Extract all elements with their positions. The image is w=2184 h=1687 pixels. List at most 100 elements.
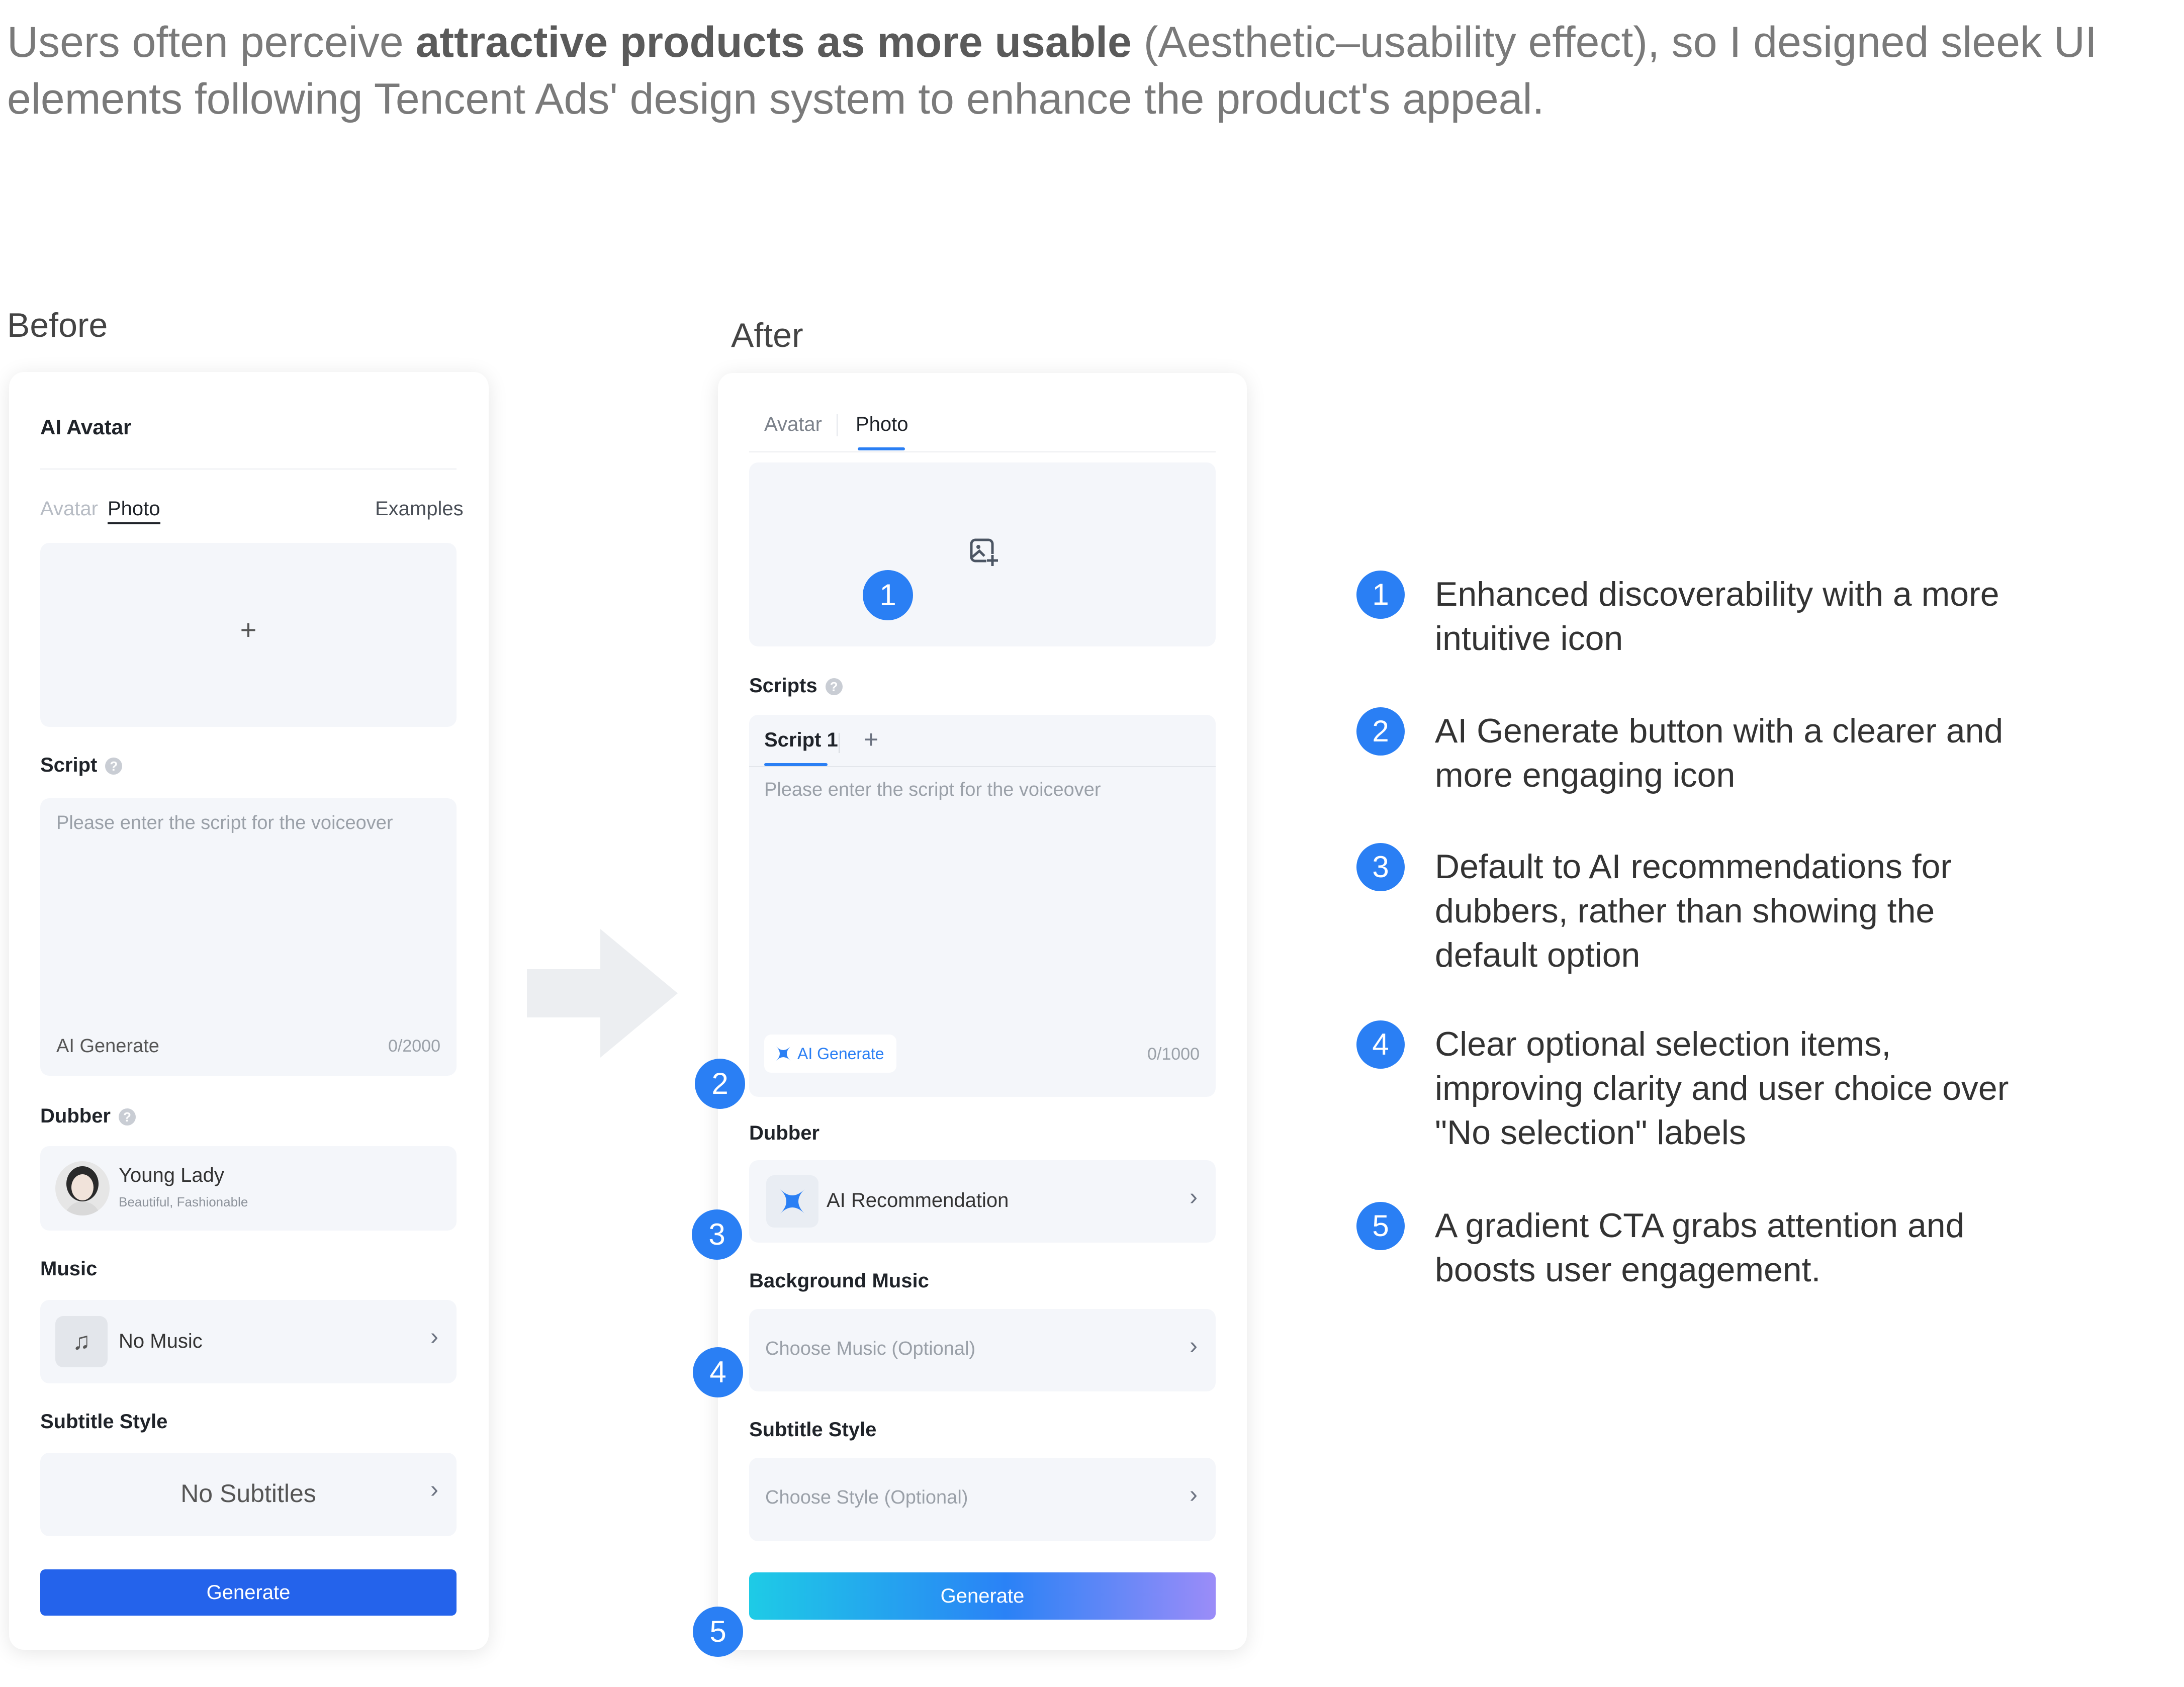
before-script-label: Script?: [40, 754, 123, 777]
script-tab-indicator: [764, 763, 828, 766]
avatar-shoulders: [64, 1201, 101, 1215]
note-1: Enhanced discoverability with a more int…: [1435, 572, 1999, 661]
after-scripts-label-text: Scripts: [749, 675, 817, 697]
before-music-value: No Music: [119, 1330, 203, 1352]
before-generate-button[interactable]: Generate: [40, 1569, 457, 1616]
note-3-line-3: default option: [1435, 936, 1641, 974]
after-subtitle-label: Subtitle Style: [749, 1419, 877, 1441]
before-tab-photo[interactable]: Photo: [108, 498, 160, 524]
after-script-editor: Script 1 + Please enter the script for t…: [749, 715, 1216, 1097]
after-scripts-label: Scripts?: [749, 675, 843, 697]
before-tab-avatar[interactable]: Avatar: [40, 498, 98, 520]
image-add-icon: [968, 537, 998, 567]
before-music-label: Music: [40, 1258, 98, 1280]
note-4: Clear optional selection items, improvin…: [1435, 1022, 2009, 1155]
note-5: A gradient CTA grabs attention and boost…: [1435, 1203, 1964, 1292]
help-icon: ?: [119, 1108, 136, 1126]
note-2-line-2: more engaging icon: [1435, 756, 1736, 794]
avatar: [55, 1161, 110, 1215]
after-dubber-select[interactable]: AI Recommendation ›: [749, 1160, 1216, 1243]
before-examples-link[interactable]: Examples: [375, 498, 464, 520]
after-label: After: [731, 316, 803, 354]
after-panel: Avatar Photo Scripts? Script 1 + Please …: [718, 373, 1247, 1650]
tab-indicator: [858, 447, 905, 450]
after-music-placeholder: Choose Music (Optional): [765, 1338, 976, 1359]
chevron-right-icon: ›: [430, 1476, 438, 1503]
avatar-face: [71, 1174, 94, 1200]
note-5-line-2: boosts user engagement.: [1435, 1251, 1821, 1289]
before-script-label-text: Script: [40, 754, 98, 776]
after-subtitle-select[interactable]: Choose Style (Optional) ›: [749, 1458, 1216, 1541]
before-panel: AI Avatar Avatar Photo Examples + Script…: [9, 372, 489, 1650]
before-dubber-name: Young Lady: [119, 1164, 224, 1186]
note-4-line-1: Clear optional selection items,: [1435, 1025, 1891, 1063]
intro-bold: attractive products as more usable: [415, 18, 1132, 66]
note-3-line-2: dubbers, rather than showing the: [1435, 892, 1935, 930]
plus-icon: +: [240, 614, 257, 645]
before-subtitle-value: No Subtitles: [180, 1479, 316, 1508]
note-5-line-1: A gradient CTA grabs attention and: [1435, 1206, 1965, 1245]
help-icon: ?: [105, 758, 123, 775]
badge-2: 2: [695, 1059, 745, 1109]
after-tab-photo[interactable]: Photo: [856, 413, 908, 436]
after-music-label: Background Music: [749, 1270, 929, 1292]
sparkle-icon: [766, 1175, 818, 1228]
note-badge-5: 5: [1356, 1202, 1405, 1250]
badge-3: 3: [692, 1209, 742, 1260]
add-script-button[interactable]: +: [864, 725, 878, 754]
note-badge-3: 3: [1356, 843, 1405, 891]
before-label: Before: [7, 306, 108, 344]
note-4-line-3: "No selection" labels: [1435, 1113, 1747, 1152]
before-ai-generate-link[interactable]: AI Generate: [56, 1036, 159, 1057]
arrow-right-icon: [527, 929, 678, 1058]
before-script-input[interactable]: Please enter the script for the voiceove…: [40, 798, 457, 1076]
note-1-line-2: intuitive icon: [1435, 619, 1623, 658]
after-dubber-value: AI Recommendation: [827, 1189, 1009, 1211]
before-dubber-label-text: Dubber: [40, 1105, 111, 1127]
before-subtitle-select[interactable]: No Subtitles ›: [40, 1453, 457, 1536]
after-script-tab[interactable]: Script 1: [764, 729, 838, 752]
before-subtitle-label: Subtitle Style: [40, 1411, 168, 1433]
before-music-select[interactable]: ♫ No Music ›: [40, 1300, 457, 1383]
tab-separator: [839, 733, 840, 753]
after-ai-generate-button[interactable]: AI Generate: [764, 1035, 896, 1073]
note-badge-1: 1: [1356, 571, 1405, 619]
divider: [749, 451, 1216, 452]
before-script-placeholder: Please enter the script for the voiceove…: [56, 812, 393, 833]
after-char-count: 0/1000: [1147, 1045, 1200, 1064]
after-generate-button[interactable]: Generate: [749, 1572, 1216, 1620]
before-dubber-tags: Beautiful, Fashionable: [119, 1194, 248, 1209]
after-script-placeholder[interactable]: Please enter the script for the voiceove…: [764, 779, 1101, 801]
note-4-line-2: improving clarity and user choice over: [1435, 1069, 2009, 1107]
note-2: AI Generate button with a clearer and mo…: [1435, 709, 2003, 797]
badge-5: 5: [693, 1607, 743, 1657]
after-subtitle-placeholder: Choose Style (Optional): [765, 1487, 968, 1508]
help-icon: ?: [825, 678, 843, 696]
before-char-count: 0/2000: [388, 1037, 440, 1056]
chevron-right-icon: ›: [1190, 1184, 1198, 1210]
music-note-icon: ♫: [55, 1316, 108, 1367]
note-3-line-1: Default to AI recommendations for: [1435, 848, 1952, 886]
note-badge-4: 4: [1356, 1020, 1405, 1069]
chevron-right-icon: ›: [1190, 1481, 1198, 1508]
before-dubber-select[interactable]: Young Lady Beautiful, Fashionable: [40, 1146, 457, 1231]
intro-text: Users often perceive attractive products…: [7, 14, 2179, 128]
after-tab-avatar[interactable]: Avatar: [764, 413, 822, 436]
after-dubber-label: Dubber: [749, 1122, 820, 1144]
intro-pre: Users often perceive: [7, 18, 416, 66]
chevron-right-icon: ›: [430, 1324, 438, 1350]
sparkle-icon: [774, 1045, 792, 1063]
after-upload-area[interactable]: [749, 462, 1216, 646]
note-2-line-1: AI Generate button with a clearer and: [1435, 712, 2004, 750]
before-dubber-label: Dubber?: [40, 1105, 136, 1128]
note-badge-2: 2: [1356, 707, 1405, 756]
before-panel-title: AI Avatar: [40, 415, 132, 439]
before-upload-area[interactable]: +: [40, 543, 457, 727]
note-1-line-1: Enhanced discoverability with a more: [1435, 575, 1999, 613]
after-ai-generate-label: AI Generate: [797, 1044, 884, 1063]
after-music-select[interactable]: Choose Music (Optional) ›: [749, 1309, 1216, 1391]
tab-separator: [837, 414, 838, 436]
badge-1: 1: [863, 570, 913, 620]
divider: [40, 468, 457, 470]
badge-4: 4: [693, 1347, 743, 1397]
